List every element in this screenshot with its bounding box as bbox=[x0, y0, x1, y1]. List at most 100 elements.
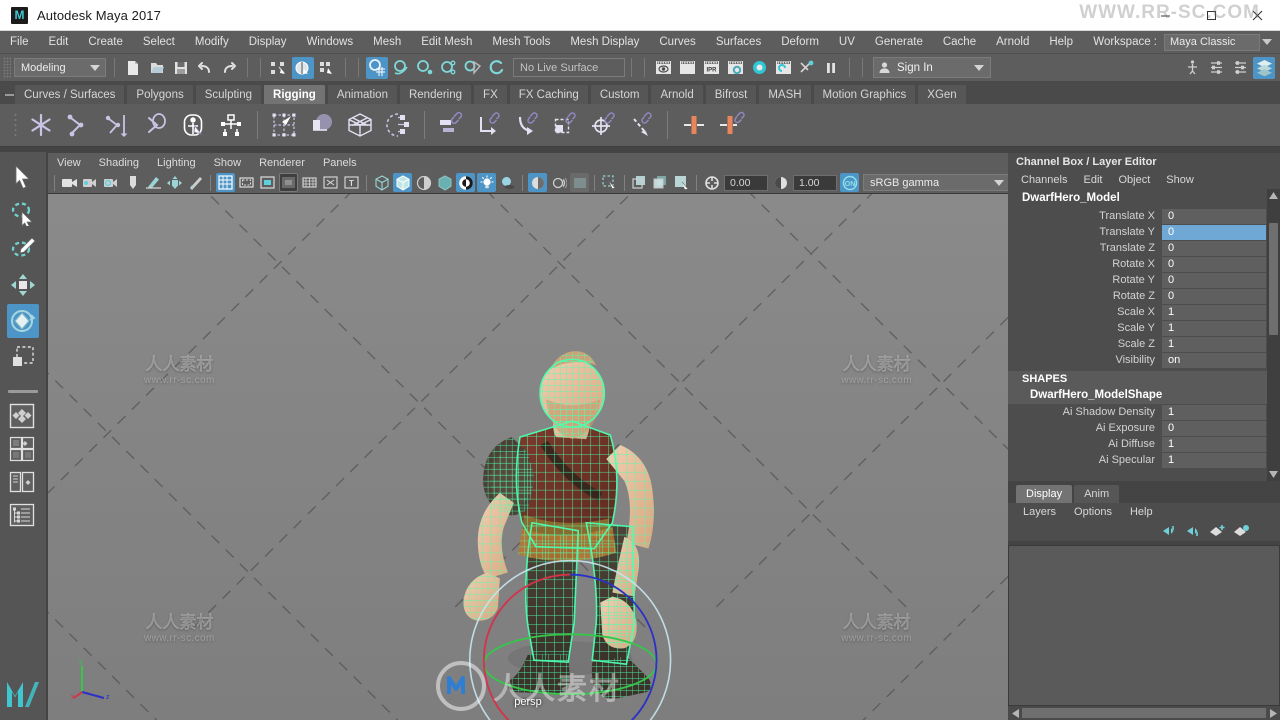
channel-row-scale-z[interactable]: Scale Z 1 bbox=[1008, 336, 1280, 352]
scroll-down-arrow-icon[interactable] bbox=[1267, 468, 1280, 481]
shelf-tab-mash[interactable]: MASH bbox=[758, 84, 812, 104]
screen-space-ao-icon[interactable] bbox=[528, 173, 547, 192]
create-ik-spline-handle-icon[interactable] bbox=[100, 108, 134, 142]
menu-uv[interactable]: UV bbox=[829, 31, 865, 54]
select-by-object-icon[interactable] bbox=[292, 56, 314, 79]
channel-value[interactable]: 0 bbox=[1162, 224, 1266, 240]
new-layer-from-selected-icon[interactable] bbox=[1232, 523, 1250, 539]
snap-to-curve-icon[interactable] bbox=[390, 57, 412, 79]
viewport-menu-lighting[interactable]: Lighting bbox=[148, 153, 205, 172]
shelf-tab-fx-caching[interactable]: FX Caching bbox=[508, 84, 589, 104]
layer-list-horizontal-scrollbar[interactable] bbox=[1008, 706, 1280, 720]
shelf-tab-sculpting[interactable]: Sculpting bbox=[194, 84, 263, 104]
paint-effects-icon[interactable] bbox=[186, 173, 205, 192]
open-scene-icon[interactable] bbox=[146, 57, 168, 79]
create-skeleton-icon[interactable] bbox=[214, 108, 248, 142]
gamma-value[interactable]: 1.00 bbox=[793, 174, 837, 191]
resolution-gate-icon[interactable] bbox=[258, 173, 277, 192]
channel-row-rotate-x[interactable]: Rotate X 0 bbox=[1008, 256, 1280, 272]
channel-value[interactable]: 1 bbox=[1162, 436, 1266, 452]
menu-windows[interactable]: Windows bbox=[296, 31, 363, 54]
channel-value[interactable]: 0 bbox=[1162, 256, 1266, 272]
menu-edit[interactable]: Edit bbox=[39, 31, 79, 54]
menu-create[interactable]: Create bbox=[78, 31, 133, 54]
channel-row-translate-y[interactable]: Translate Y 0 bbox=[1008, 224, 1280, 240]
show-hide-channel-box-icon[interactable] bbox=[1229, 57, 1251, 79]
new-scene-icon[interactable] bbox=[122, 57, 144, 79]
menu-select[interactable]: Select bbox=[133, 31, 185, 54]
channel-box-scrollbar[interactable] bbox=[1267, 189, 1280, 481]
field-chart-icon[interactable] bbox=[300, 173, 319, 192]
channel-row-ai-shadow-density[interactable]: Ai Shadow Density 1 bbox=[1008, 404, 1280, 420]
menu-modify[interactable]: Modify bbox=[185, 31, 239, 54]
scale-tool[interactable] bbox=[7, 340, 39, 374]
live-surface-field[interactable]: No Live Surface bbox=[513, 58, 625, 77]
aim-constraint-icon[interactable] bbox=[586, 108, 620, 142]
isolate-select-icon[interactable] bbox=[600, 173, 619, 192]
single-perspective-layout[interactable] bbox=[9, 403, 37, 431]
show-hide-tool-settings-icon[interactable] bbox=[1205, 57, 1227, 79]
outliner-persp-layout[interactable] bbox=[9, 502, 37, 530]
color-management-toggle-icon[interactable]: ON bbox=[840, 173, 859, 192]
shaded-wireframe-icon[interactable] bbox=[414, 173, 433, 192]
render-settings-icon[interactable] bbox=[724, 57, 746, 79]
snap-to-point-icon[interactable] bbox=[414, 57, 436, 79]
xray-active-components-icon[interactable] bbox=[672, 173, 691, 192]
mirror-joint-icon[interactable] bbox=[677, 108, 711, 142]
bind-skin-icon[interactable] bbox=[176, 108, 210, 142]
two-pane-layout[interactable] bbox=[9, 469, 37, 497]
layer-tab-display[interactable]: Display bbox=[1016, 485, 1073, 503]
channel-row-ai-diffuse[interactable]: Ai Diffuse 1 bbox=[1008, 436, 1280, 452]
point-constraint-icon[interactable] bbox=[472, 108, 506, 142]
viewport-menu-view[interactable]: View bbox=[48, 153, 90, 172]
render-sequence-icon[interactable] bbox=[772, 57, 794, 79]
render-view-icon[interactable] bbox=[652, 57, 674, 79]
orient-constraint-icon[interactable] bbox=[510, 108, 544, 142]
save-scene-icon[interactable] bbox=[170, 57, 192, 79]
shelf-tab-rigging[interactable]: Rigging bbox=[263, 84, 326, 104]
channel-value[interactable]: 0 bbox=[1162, 240, 1266, 256]
sign-in-button[interactable]: Sign In bbox=[873, 57, 991, 78]
workspace-combo[interactable]: Maya Classic bbox=[1164, 33, 1260, 51]
hypershade-icon[interactable] bbox=[748, 57, 770, 79]
textured-icon[interactable] bbox=[456, 173, 475, 192]
menu-arnold[interactable]: Arnold bbox=[986, 31, 1039, 54]
shelf-tab-curves-surfaces[interactable]: Curves / Surfaces bbox=[14, 84, 126, 104]
shelf-tab-rendering[interactable]: Rendering bbox=[398, 84, 473, 104]
channel-row-rotate-y[interactable]: Rotate Y 0 bbox=[1008, 272, 1280, 288]
layer-menu-options[interactable]: Options bbox=[1065, 503, 1121, 521]
shelf-tab-bifrost[interactable]: Bifrost bbox=[704, 84, 758, 104]
camera-attributes-icon[interactable] bbox=[81, 173, 100, 192]
channel-value[interactable]: 1 bbox=[1162, 304, 1266, 320]
redo-icon[interactable] bbox=[218, 57, 240, 79]
shelf-tab-xgen[interactable]: XGen bbox=[917, 84, 967, 104]
shelf-tab-fx[interactable]: FX bbox=[473, 84, 508, 104]
move-layer-down-icon[interactable] bbox=[1184, 523, 1202, 539]
channel-row-ai-exposure[interactable]: Ai Exposure 0 bbox=[1008, 420, 1280, 436]
close-button[interactable] bbox=[1234, 0, 1280, 31]
four-view-layout[interactable] bbox=[9, 436, 37, 464]
maximize-button[interactable] bbox=[1188, 0, 1234, 31]
menu-curves[interactable]: Curves bbox=[649, 31, 705, 54]
show-hide-attribute-editor-icon[interactable] bbox=[1181, 57, 1203, 79]
select-by-component-icon[interactable] bbox=[316, 57, 338, 79]
channel-value[interactable]: 1 bbox=[1162, 320, 1266, 336]
viewport-menu-panels[interactable]: Panels bbox=[314, 153, 366, 172]
channelbox-menu-show[interactable]: Show bbox=[1158, 170, 1202, 189]
pole-vector-constraint-icon[interactable] bbox=[624, 108, 658, 142]
minimize-button[interactable] bbox=[1142, 0, 1188, 31]
channel-row-ai-specular[interactable]: Ai Specular 1 bbox=[1008, 452, 1280, 468]
layer-menu-layers[interactable]: Layers bbox=[1014, 503, 1065, 521]
channel-value[interactable]: 1 bbox=[1162, 336, 1266, 352]
exposure-icon[interactable] bbox=[702, 173, 721, 192]
shelf-tab-motion-graphics[interactable]: Motion Graphics bbox=[812, 84, 917, 104]
bookmarks-icon[interactable] bbox=[102, 173, 121, 192]
shelf-tab-polygons[interactable]: Polygons bbox=[126, 84, 194, 104]
menu-file[interactable]: File bbox=[0, 31, 39, 54]
shelf-collapse-handle[interactable] bbox=[2, 84, 16, 106]
menu-mesh-tools[interactable]: Mesh Tools bbox=[482, 31, 560, 54]
menu-surfaces[interactable]: Surfaces bbox=[706, 31, 771, 54]
statusline-grip-handle[interactable] bbox=[3, 56, 11, 79]
select-camera-icon[interactable] bbox=[60, 173, 79, 192]
shadows-icon[interactable] bbox=[498, 173, 517, 192]
